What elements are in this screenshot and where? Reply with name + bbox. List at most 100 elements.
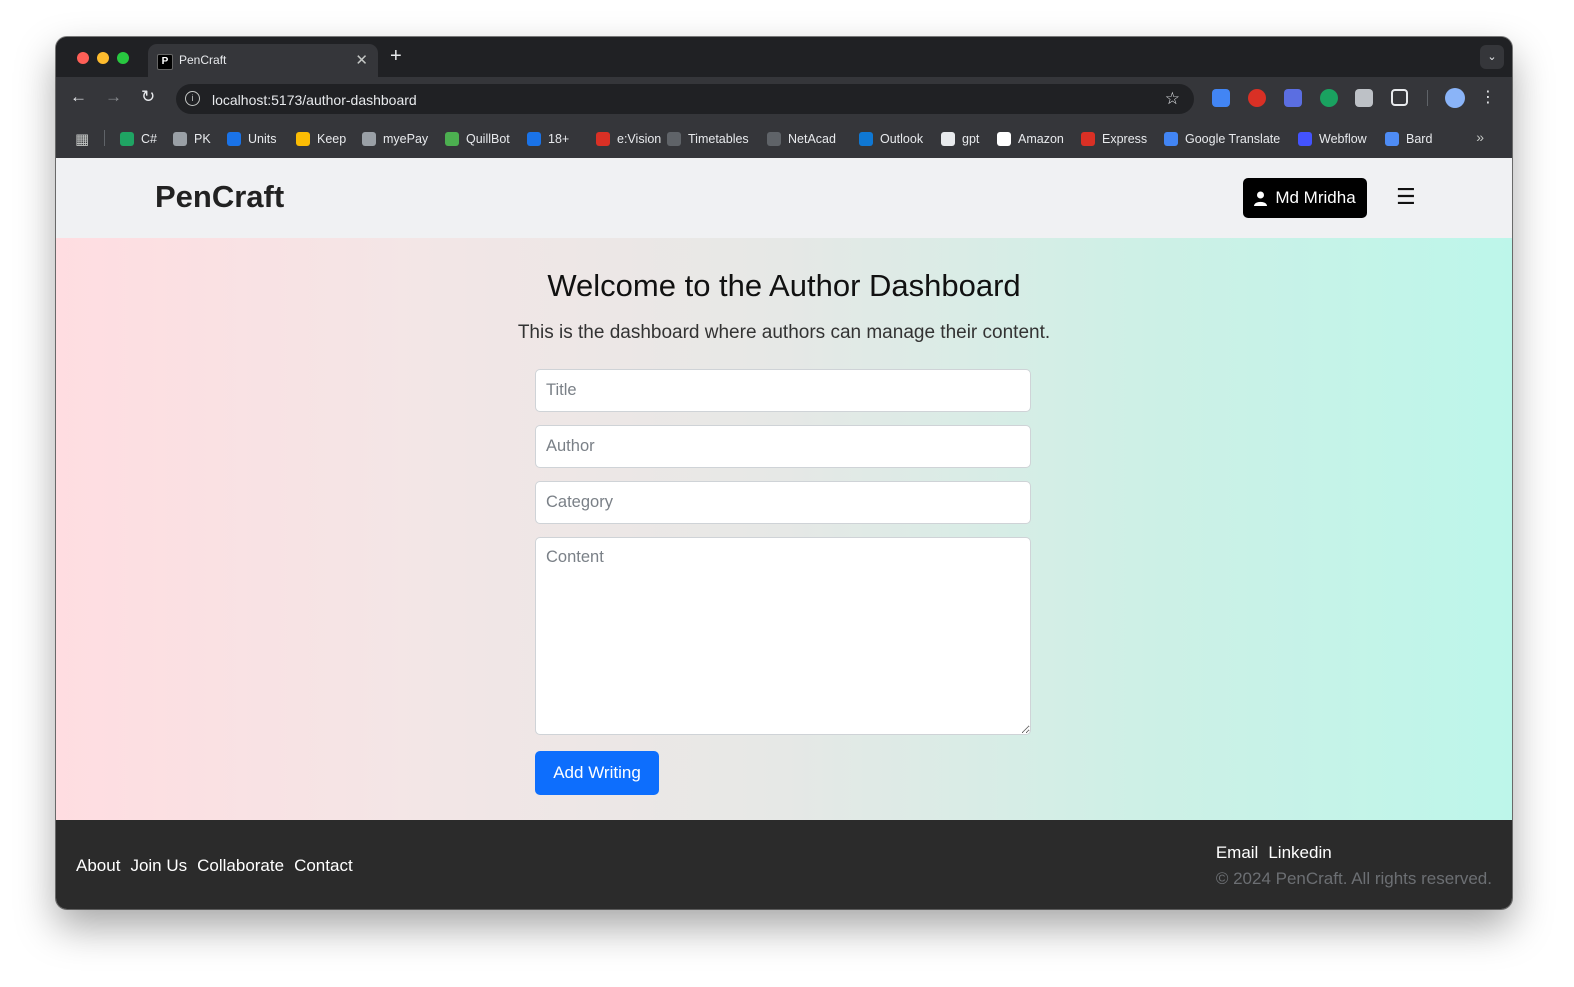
category-input[interactable] — [535, 481, 1031, 524]
tab-strip: P PenCraft ✕ + ⌄ — [56, 37, 1512, 77]
close-window-button[interactable] — [77, 52, 89, 64]
bookmark-e-vision-icon — [596, 132, 610, 146]
footer-link-collaborate[interactable]: Collaborate — [197, 856, 284, 876]
more-bookmarks-icon[interactable]: » — [1476, 129, 1484, 145]
user-button[interactable]: Md Mridha — [1243, 178, 1367, 218]
bookmark-label: Keep — [317, 132, 347, 146]
page-title: Welcome to the Author Dashboard — [547, 268, 1021, 303]
grammar-extension-icon[interactable] — [1320, 89, 1338, 107]
footer-links: About Join Us Collaborate Contact — [76, 856, 353, 876]
bookmark-google-translate-icon — [1164, 132, 1178, 146]
address-bar[interactable]: i localhost:5173/author-dashboard ☆ — [176, 84, 1194, 114]
apps-grid-icon[interactable]: ▦ — [75, 130, 89, 148]
bookmark-star-icon[interactable]: ☆ — [1165, 89, 1180, 109]
bookmark-amazon[interactable]: Amazon — [997, 130, 1064, 148]
bookmark-myepay[interactable]: myePay — [362, 130, 428, 148]
bookmark-units[interactable]: Units — [227, 130, 276, 148]
close-tab-icon[interactable]: ✕ — [355, 51, 368, 69]
page-subtitle: This is the dashboard where authors can … — [517, 322, 1051, 343]
bookmark-pk-icon — [173, 132, 187, 146]
bookmark-keep-icon — [296, 132, 310, 146]
bookmark-18-icon — [527, 132, 541, 146]
bookmark-label: Amazon — [1018, 132, 1064, 146]
bookmarks-divider — [104, 130, 105, 146]
favicon-icon: P — [157, 54, 173, 70]
bookmark-google-translate[interactable]: Google Translate — [1164, 130, 1280, 148]
footer-link-about[interactable]: About — [76, 856, 120, 876]
profile-avatar[interactable] — [1445, 88, 1465, 108]
browser-menu-icon[interactable]: ⋮ — [1480, 87, 1496, 107]
new-tab-button[interactable]: + — [390, 45, 402, 68]
bookmark-bard[interactable]: Bard — [1385, 130, 1432, 148]
bookmark-quillbot-icon — [445, 132, 459, 146]
bookmark-webflow-icon — [1298, 132, 1312, 146]
tab-pencraft[interactable]: P PenCraft ✕ — [148, 44, 378, 77]
bookmark-e-vision[interactable]: e:Vision — [596, 130, 661, 148]
bookmark-label: Units — [248, 132, 277, 146]
site-navbar: PenCraft Md Mridha ☰ — [56, 158, 1512, 238]
bookmark-webflow[interactable]: Webflow — [1298, 130, 1367, 148]
bookmark-gpt-icon — [941, 132, 955, 146]
bookmark-label: Google Translate — [1185, 132, 1281, 146]
author-input[interactable] — [535, 425, 1031, 468]
dashboard-section: Welcome to the Author Dashboard This is … — [56, 238, 1512, 820]
profile-extension-icon[interactable] — [1355, 89, 1373, 107]
back-arrow-icon[interactable]: ← — [70, 87, 87, 107]
minimize-window-button[interactable] — [97, 52, 109, 64]
add-writing-button[interactable]: Add Writing — [535, 751, 659, 795]
browser-window: P PenCraft ✕ + ⌄ ← → ↻ i localhost:5173/… — [56, 37, 1512, 909]
content-textarea[interactable] — [535, 537, 1031, 735]
bookmark-18[interactable]: 18+ — [527, 130, 569, 148]
user-icon — [1254, 191, 1268, 206]
bookmark-label: 18+ — [548, 132, 570, 146]
hamburger-menu-icon[interactable]: ☰ — [1396, 184, 1416, 210]
bookmark-timetables-icon — [667, 132, 681, 146]
footer-link-join-us[interactable]: Join Us — [130, 856, 187, 876]
reload-icon[interactable]: ↻ — [141, 87, 155, 107]
bookmark-units-icon — [227, 132, 241, 146]
browser-toolbar: ← → ↻ i localhost:5173/author-dashboard … — [56, 77, 1512, 119]
footer-link-contact[interactable]: Contact — [294, 856, 353, 876]
bookmark-netacad[interactable]: NetAcad — [767, 130, 836, 148]
footer-link-email[interactable]: Email — [1216, 843, 1259, 863]
social-links: Email Linkedin — [1216, 843, 1492, 863]
bookmark-timetables[interactable]: Timetables — [667, 130, 749, 148]
site-info-icon[interactable]: i — [185, 91, 200, 106]
bookmark-label: Timetables — [688, 132, 749, 146]
site-footer: About Join Us Collaborate Contact Email … — [56, 820, 1512, 909]
extensions-puzzle-icon[interactable] — [1391, 89, 1408, 106]
bookmark-netacad-icon — [767, 132, 781, 146]
bookmark-quillbot[interactable]: QuillBot — [445, 130, 510, 148]
bookmark-label: Express — [1102, 132, 1148, 146]
footer-right: Email Linkedin © 2024 PenCraft. All righ… — [1216, 843, 1492, 889]
bookmark-outlook[interactable]: Outlook — [859, 130, 923, 148]
brand-logo[interactable]: PenCraft — [155, 179, 284, 215]
forward-arrow-icon[interactable]: → — [105, 87, 122, 107]
bookmark-bard-icon — [1385, 132, 1399, 146]
user-button-label: Md Mridha — [1275, 188, 1356, 207]
bookmark-label: Outlook — [880, 132, 924, 146]
tab-title: PenCraft — [179, 53, 227, 67]
bookmark-label: Bard — [1406, 132, 1433, 146]
translate-extension-icon[interactable] — [1212, 89, 1230, 107]
bookmark-label: C# — [141, 132, 157, 146]
bookmark-express[interactable]: Express — [1081, 130, 1147, 148]
bookmark-label: NetAcad — [788, 132, 836, 146]
bookmark-gpt[interactable]: gpt — [941, 130, 979, 148]
footer-link-linkedin[interactable]: Linkedin — [1268, 843, 1331, 863]
bookmark-label: gpt — [962, 132, 980, 146]
web-page: PenCraft Md Mridha ☰ Welcome to the Auth… — [56, 158, 1512, 909]
bookmark-express-icon — [1081, 132, 1095, 146]
bookmark-c[interactable]: C# — [120, 130, 157, 148]
maximize-window-button[interactable] — [117, 52, 129, 64]
tab-search-button[interactable]: ⌄ — [1480, 45, 1504, 69]
title-input[interactable] — [535, 369, 1031, 412]
adblock-extension-icon[interactable] — [1248, 89, 1266, 107]
bookmark-keep[interactable]: Keep — [296, 130, 346, 148]
bookmark-pk[interactable]: PK — [173, 130, 211, 148]
url-text: localhost:5173/author-dashboard — [212, 92, 417, 108]
wave-extension-icon[interactable] — [1284, 89, 1302, 107]
bookmark-label: QuillBot — [466, 132, 510, 146]
bookmark-label: Webflow — [1319, 132, 1367, 146]
toolbar-divider — [1427, 90, 1428, 106]
